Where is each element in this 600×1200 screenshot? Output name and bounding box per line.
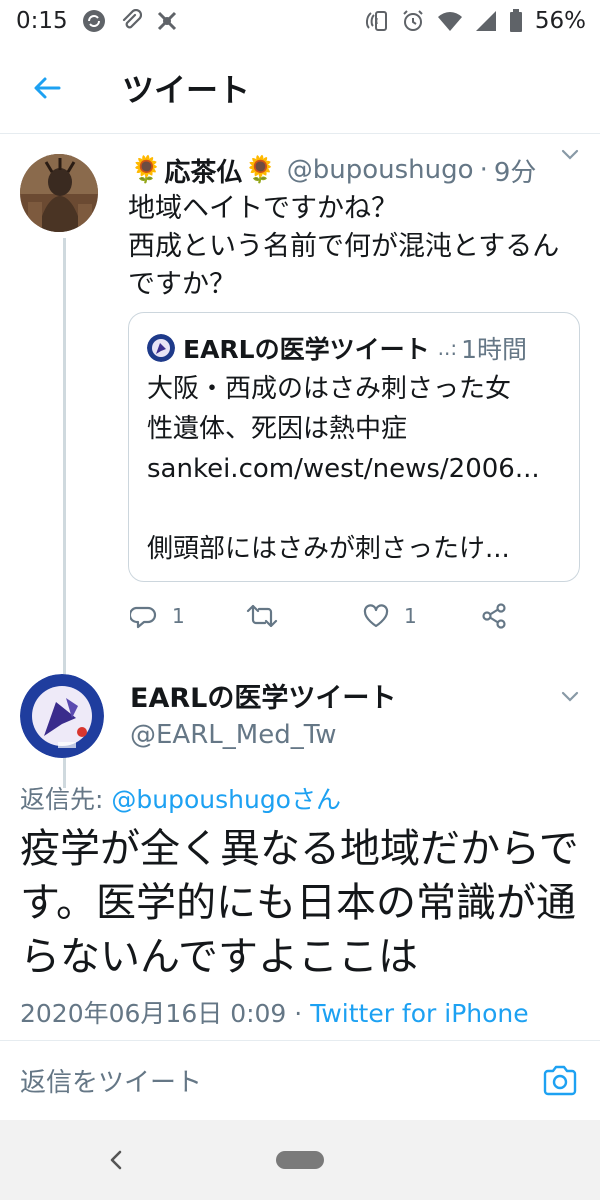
reply-input[interactable]: 返信をツイート <box>20 1062 202 1099</box>
retweet-button[interactable] <box>246 602 278 630</box>
quoted-author-name: EARLの医学ツイート <box>183 335 430 364</box>
chevron-down-icon <box>561 149 579 160</box>
camera-icon <box>543 1065 577 1096</box>
quoted-avatar <box>147 334 175 362</box>
nfc-icon <box>363 8 389 34</box>
heart-icon <box>363 604 389 628</box>
quoted-line: 大阪・西成のはさみ刺さった女 <box>147 374 512 404</box>
author-handle[interactable]: @bupoushugo <box>287 155 474 185</box>
status-bar: 0:15 56% <box>0 0 600 42</box>
camera-button[interactable] <box>540 1061 580 1101</box>
tweet-time[interactable]: 9分 <box>494 152 537 189</box>
home-pill-button[interactable] <box>276 1151 324 1169</box>
page-title: ツイート <box>122 70 251 109</box>
tweet-source[interactable]: Twitter for iPhone <box>310 999 528 1028</box>
quoted-text: 大阪・西成のはさみ刺さった女 性遺体、死因は熱中症 sankei.com/wes… <box>147 369 561 569</box>
name-truncation: ..: <box>437 336 458 360</box>
reply-composer: 返信をツイート <box>0 1040 600 1120</box>
quoted-blank-line <box>147 489 561 529</box>
tweet-menu-button[interactable] <box>558 684 582 712</box>
parent-tweet[interactable]: 🌻 応茶仏 🌻 @bupoushugo · 9分 地域ヘイトですかね？ 西成とい… <box>0 134 600 788</box>
retweet-icon <box>246 604 278 628</box>
attachment-icon <box>120 9 142 33</box>
share-icon <box>482 603 506 629</box>
wifi-icon <box>437 10 463 32</box>
chevron-left-icon <box>110 1150 122 1170</box>
separator-dot: · <box>286 999 311 1028</box>
top-app-bar: ツイート <box>0 42 600 134</box>
back-button[interactable] <box>12 53 82 123</box>
signal-icon <box>475 10 497 32</box>
battery-level: 56% <box>534 8 586 34</box>
quoted-line: 性遺体、死因は熱中症 <box>147 414 408 444</box>
app-notification-icon <box>156 10 178 32</box>
tweet-text: 地域ヘイトですかね？ 西成という名前で何が混沌とするんですか？ <box>128 193 560 300</box>
avatar[interactable] <box>20 154 98 232</box>
author-name[interactable]: 🌻 応茶仏 🌻 <box>128 152 279 189</box>
reply-count: 1 <box>172 604 185 628</box>
tweet-menu-button[interactable] <box>558 142 582 170</box>
tweet-actions: 1 1 <box>128 596 578 636</box>
tweet-meta: 2020年06月16日 0:09 · Twitter for iPhone <box>20 994 529 1030</box>
sync-icon <box>82 9 106 33</box>
quoted-tweet-card[interactable]: EARLの医学ツイート ..: 1時間 大阪・西成のはさみ刺さった女 性遺体、死… <box>128 312 580 582</box>
separator-dot: · <box>479 155 488 185</box>
like-count: 1 <box>404 604 417 628</box>
quoted-time: 1時間 <box>461 335 527 364</box>
alarm-icon <box>401 9 425 33</box>
reply-button[interactable]: 1 <box>130 602 185 630</box>
quoted-line: 側頭部にはさみが刺さったけ... <box>147 534 510 564</box>
share-button[interactable] <box>480 602 508 630</box>
reply-to-line: 返信先: @bupoushugoさん <box>20 780 341 816</box>
sunflower-icon: 🌻 <box>130 155 163 185</box>
tweet-text: 疫学が全く異なる地域だからです。医学的にも日本の常識が通らないんですよここは <box>20 826 579 980</box>
sunflower-icon: 🌻 <box>244 155 277 185</box>
chevron-down-icon <box>561 691 579 702</box>
battery-icon <box>509 9 523 33</box>
author-name[interactable]: EARLの医学ツイート <box>130 676 396 715</box>
quoted-link: sankei.com/west/news/2006... <box>147 454 540 484</box>
system-back-button[interactable] <box>102 1146 130 1174</box>
author-display-name: 応茶仏 <box>164 157 243 188</box>
arrow-left-icon <box>34 77 61 98</box>
reply-to-mention[interactable]: @bupoushugoさん <box>111 785 341 814</box>
avatar[interactable] <box>20 674 104 758</box>
status-time: 0:15 <box>16 8 68 34</box>
reply-icon <box>130 606 157 629</box>
system-nav-bar <box>0 1120 600 1200</box>
author-handle[interactable]: @EARL_Med_Tw <box>130 720 337 750</box>
tweet-timestamp: 2020年06月16日 0:09 <box>20 999 287 1028</box>
like-button[interactable]: 1 <box>362 602 417 630</box>
reply-to-prefix: 返信先: <box>20 785 112 814</box>
